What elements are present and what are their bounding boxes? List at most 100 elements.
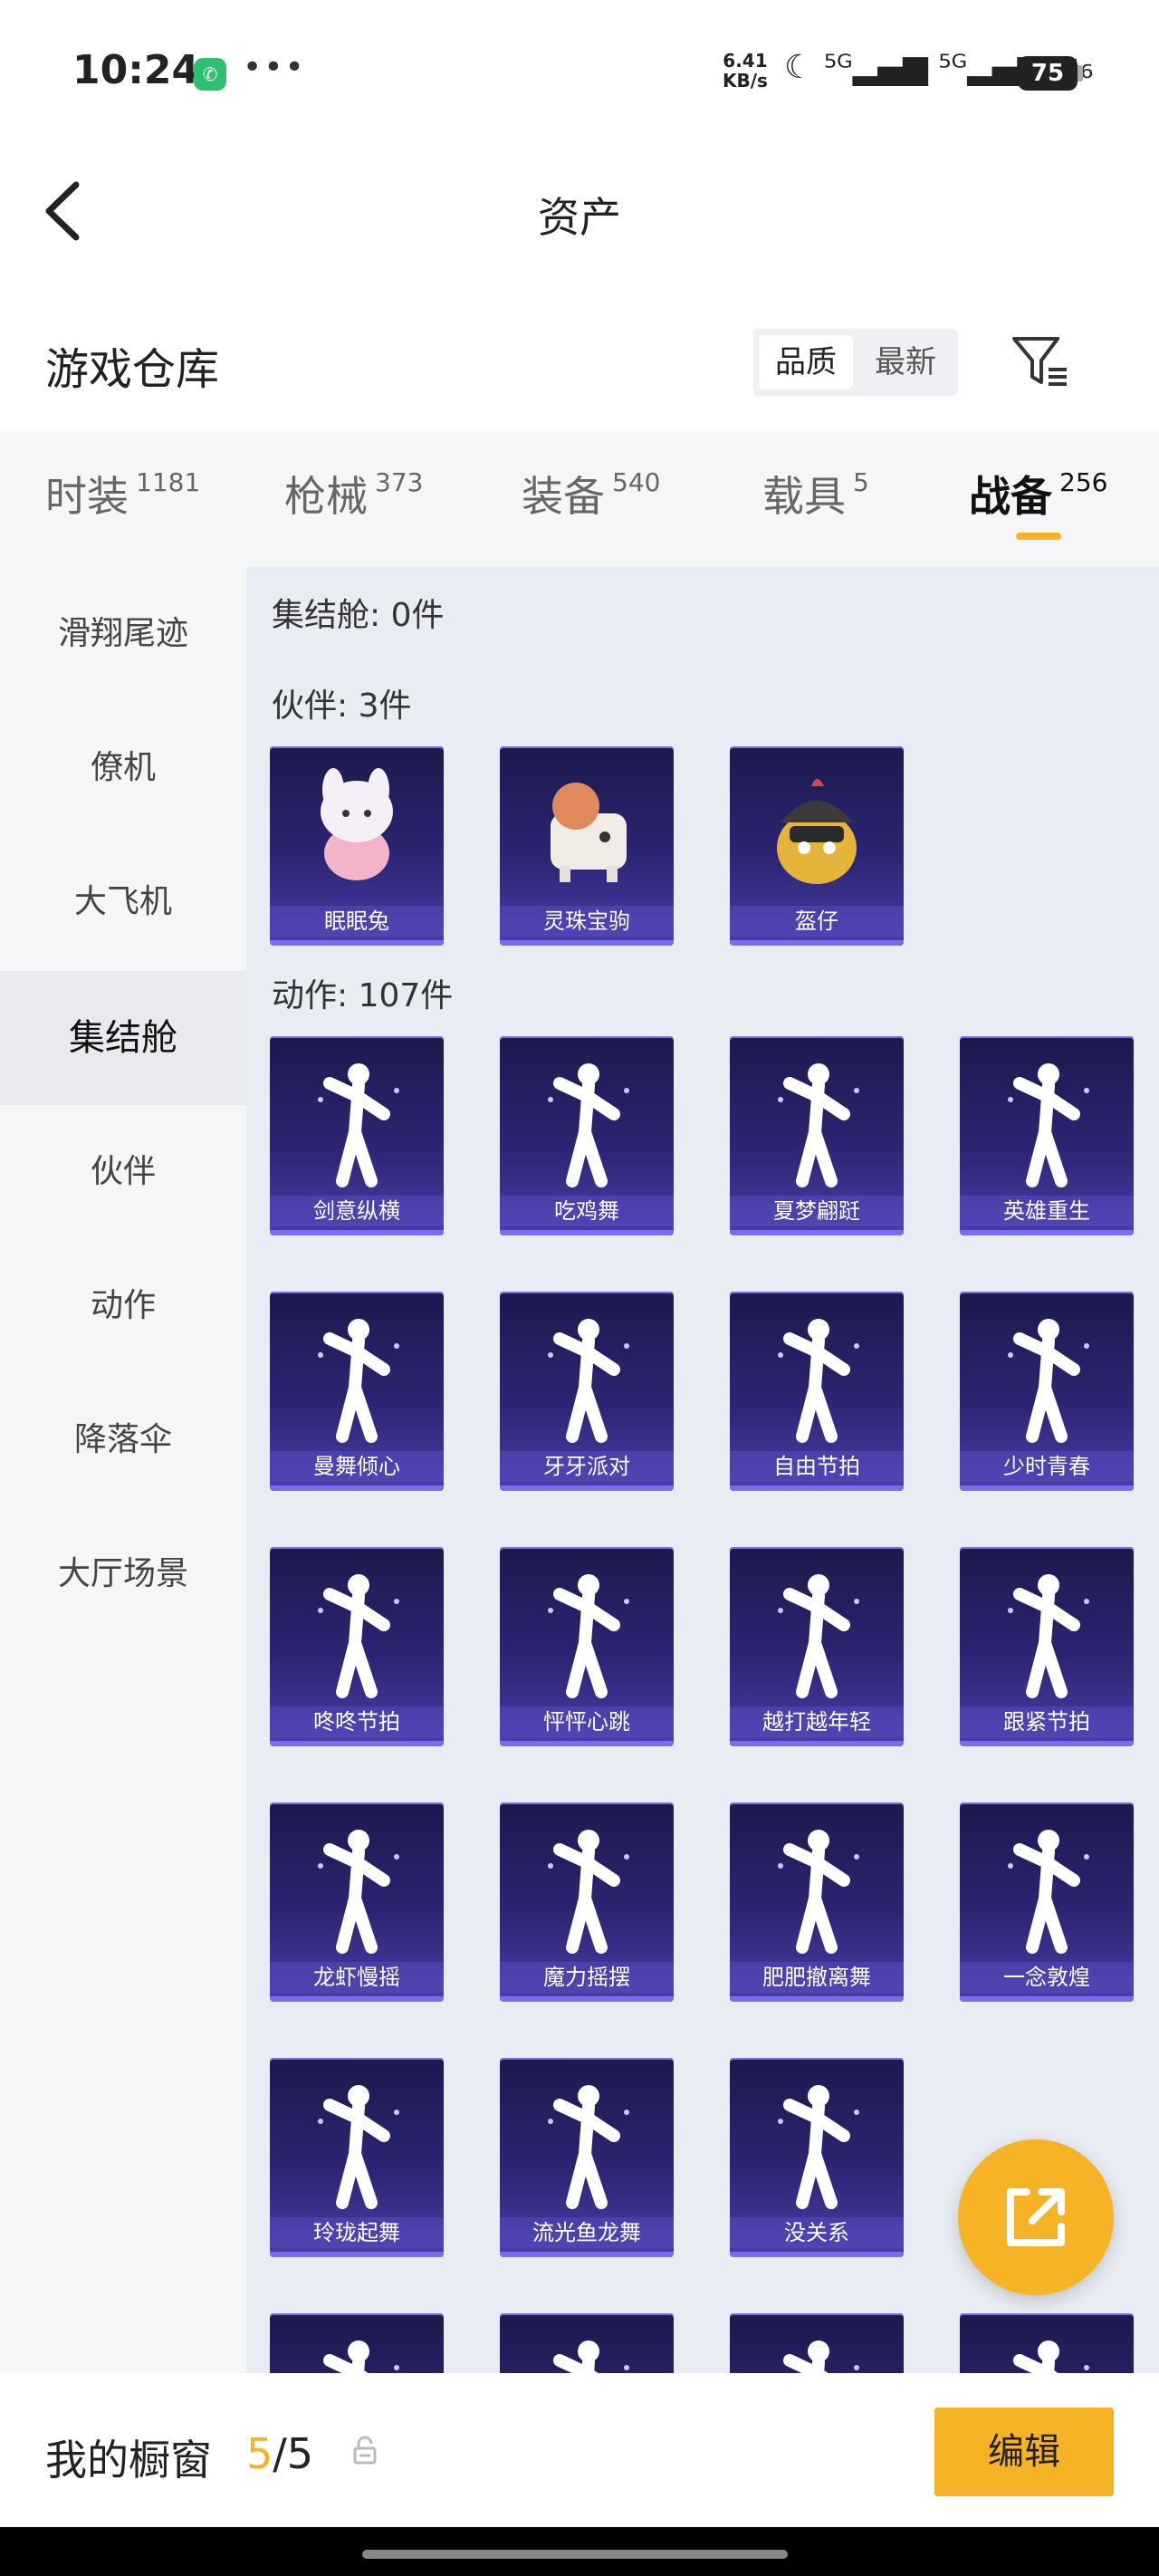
sidebar-item-glide-trail[interactable]: 滑翔尾迹 [0, 567, 246, 701]
item-name: 灵珠宝驹 [500, 906, 674, 937]
card-bottom-strip [270, 1741, 444, 1746]
sidebar: 滑翔尾迹 僚机 大飞机 集结舱 伙伴 动作 降落伞 大厅场景 [0, 567, 246, 2379]
sidebar-item-big-plane[interactable]: 大飞机 [0, 835, 246, 969]
item-name: 吃鸡舞 [500, 1196, 674, 1226]
item-card[interactable]: 灵珠宝驹 [500, 746, 674, 946]
item-card[interactable]: 少时青春 [960, 1292, 1134, 1491]
card-bottom-strip [730, 1741, 904, 1746]
item-thumbnail [778, 2085, 859, 2209]
sidebar-item-action[interactable]: 动作 [0, 1239, 246, 1373]
share-button[interactable] [958, 2139, 1114, 2295]
item-name: 怦怦心跳 [500, 1706, 674, 1737]
status-time: 10:24 [72, 47, 200, 93]
card-bottom-strip [270, 940, 444, 946]
card-bottom-strip [270, 2252, 444, 2257]
item-card[interactable]: 魔力摇摆 [500, 1802, 674, 2002]
filter-icon[interactable] [1011, 333, 1070, 389]
sort-toggle: 品质 最新 [753, 329, 958, 396]
sidebar-item-wingman[interactable]: 僚机 [0, 701, 246, 835]
item-name: 牙牙派对 [500, 1451, 674, 1482]
showcase-count: 5/5 [246, 2429, 313, 2478]
item-name: 魔力摇摆 [500, 1962, 674, 1993]
tab-count: 5 [853, 467, 869, 497]
item-name: 玲珑起舞 [270, 2217, 444, 2248]
section-label-partner: 伙伴: 3件 [272, 687, 412, 725]
tab-battle-prep[interactable]: 战备 256 [969, 464, 1107, 524]
tab-fashion[interactable]: 时装 1181 [45, 464, 200, 524]
item-card[interactable]: 夏梦翩跹 [730, 1036, 904, 1235]
item-card[interactable]: 一念敦煌 [960, 1802, 1134, 2002]
item-card[interactable]: 龙虾慢摇 [270, 1802, 444, 2002]
item-thumbnail [778, 1063, 859, 1187]
item-card[interactable]: 怦怦心跳 [500, 1547, 674, 1746]
item-name: 一念敦煌 [960, 1962, 1134, 1993]
card-bottom-strip [500, 940, 674, 946]
tab-label: 装备 [522, 472, 605, 521]
sort-newest-button[interactable]: 最新 [858, 335, 953, 389]
card-bottom-strip [500, 1996, 674, 2002]
tab-equipment[interactable]: 装备 540 [522, 464, 660, 524]
edit-button[interactable]: 编辑 [934, 2408, 1114, 2496]
item-card[interactable]: 吃鸡舞 [500, 1036, 674, 1235]
item-card[interactable]: 跟紧节拍 [960, 1547, 1134, 1746]
item-thumbnail [777, 779, 857, 884]
item-thumbnail [1008, 1830, 1089, 1954]
card-bottom-strip [730, 1230, 904, 1235]
item-thumbnail [1008, 1063, 1089, 1187]
showcase-total: 5 [286, 2429, 314, 2478]
card-bottom-strip [270, 1996, 444, 2002]
sidebar-item-parachute[interactable]: 降落伞 [0, 1373, 246, 1507]
more-dots-icon: ••• [243, 49, 306, 86]
item-name: 越打越年轻 [730, 1706, 904, 1737]
item-card[interactable]: 盔仔 [730, 746, 904, 946]
item-card[interactable]: 越打越年轻 [730, 1547, 904, 1746]
item-thumbnail [318, 1319, 399, 1443]
page-title: 资产 [538, 193, 621, 242]
sort-quality-button[interactable]: 品质 [759, 335, 853, 389]
card-bottom-strip [960, 1996, 1134, 2002]
card-bottom-strip [960, 1741, 1134, 1746]
item-thumbnail [778, 1574, 859, 1698]
item-name: 流光鱼龙舞 [500, 2217, 674, 2248]
tab-label: 枪械 [284, 472, 368, 521]
item-card[interactable]: 没关系 [730, 2058, 904, 2257]
card-bottom-strip [730, 940, 904, 946]
item-card[interactable]: 肥肥撤离舞 [730, 1802, 904, 2002]
item-thumbnail [318, 1830, 399, 1954]
item-card[interactable]: 咚咚节拍 [270, 1547, 444, 1746]
item-thumbnail [548, 1063, 629, 1187]
home-indicator[interactable] [362, 2550, 788, 2559]
item-name: 剑意纵横 [270, 1196, 444, 1226]
tab-label: 载具 [762, 472, 846, 521]
wechat-icon: ✆ [194, 58, 226, 91]
item-thumbnail [548, 1319, 629, 1443]
item-card[interactable]: 眠眠兔 [270, 746, 444, 946]
tab-vehicles[interactable]: 载具 5 [762, 464, 869, 524]
item-thumbnail [318, 2085, 399, 2209]
card-bottom-strip [730, 1485, 904, 1491]
item-card[interactable]: 自由节拍 [730, 1292, 904, 1491]
item-card[interactable]: 英雄重生 [960, 1036, 1134, 1235]
item-card[interactable]: 流光鱼龙舞 [500, 2058, 674, 2257]
item-card[interactable]: 牙牙派对 [500, 1292, 674, 1491]
item-card[interactable]: 曼舞倾心 [270, 1292, 444, 1491]
tab-count: 1181 [136, 467, 201, 497]
item-thumbnail [778, 1319, 859, 1443]
item-thumbnail [548, 1830, 629, 1954]
card-bottom-strip [270, 1230, 444, 1235]
item-name: 没关系 [730, 2217, 904, 2248]
sidebar-item-lobby-scene[interactable]: 大厅场景 [0, 1507, 246, 1641]
item-thumbnail [551, 783, 627, 882]
sidebar-item-partner[interactable]: 伙伴 [0, 1105, 246, 1239]
item-thumbnail [321, 768, 393, 880]
item-name: 咚咚节拍 [270, 1706, 444, 1737]
card-bottom-strip [960, 1485, 1134, 1491]
lock-icon [353, 2436, 377, 2465]
item-card[interactable]: 玲珑起舞 [270, 2058, 444, 2257]
tab-guns[interactable]: 枪械 373 [284, 464, 423, 524]
item-name: 盔仔 [730, 906, 904, 937]
sidebar-item-assembly-pod[interactable]: 集结舱 [0, 971, 246, 1105]
item-name: 英雄重生 [960, 1196, 1134, 1226]
item-card[interactable]: 剑意纵横 [270, 1036, 444, 1235]
card-bottom-strip [500, 2252, 674, 2257]
